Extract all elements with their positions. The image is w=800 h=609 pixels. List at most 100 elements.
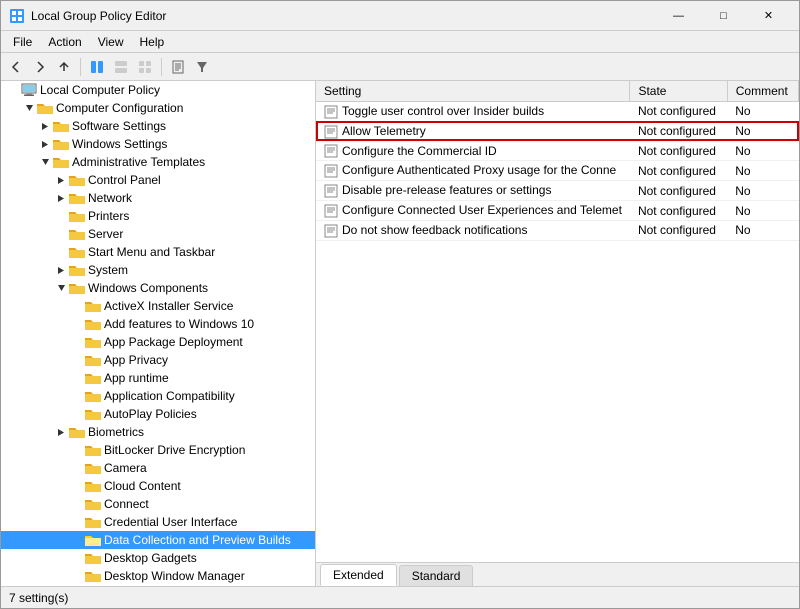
policy-table: Setting State Comment Toggle user contro… xyxy=(316,81,799,241)
folder-icon-biometrics xyxy=(69,424,85,440)
toolbar-back[interactable] xyxy=(5,56,27,78)
tree-item-bitlocker[interactable]: BitLocker Drive Encryption xyxy=(1,441,315,459)
toolbar-properties[interactable] xyxy=(167,56,189,78)
expand-icon-app-package xyxy=(69,334,85,350)
expand-icon-start-menu xyxy=(53,244,69,260)
tree-label-camera: Camera xyxy=(104,461,147,475)
tree-label-credential-ui: Credential User Interface xyxy=(104,515,237,529)
table-row[interactable]: Toggle user control over Insider buildsN… xyxy=(316,102,799,122)
folder-icon-network xyxy=(69,190,85,206)
minimize-button[interactable]: — xyxy=(656,1,701,31)
toolbar-up[interactable] xyxy=(53,56,75,78)
folder-icon-control-panel xyxy=(69,172,85,188)
folder-icon-admin-templates xyxy=(53,154,69,170)
menu-help[interactable]: Help xyxy=(132,33,173,51)
cell-state: Not configured xyxy=(630,220,727,240)
menu-file[interactable]: File xyxy=(5,33,40,51)
expand-icon-windows-settings xyxy=(37,136,53,152)
tree-item-local-computer-policy[interactable]: Local Computer Policy xyxy=(1,81,315,99)
expand-icon-add-features xyxy=(69,316,85,332)
menu-view[interactable]: View xyxy=(90,33,132,51)
expand-icon-app-runtime xyxy=(69,370,85,386)
col-setting[interactable]: Setting xyxy=(316,81,630,102)
cell-setting: Toggle user control over Insider builds xyxy=(316,102,630,122)
tree-item-biometrics[interactable]: Biometrics xyxy=(1,423,315,441)
tree-label-printers: Printers xyxy=(88,209,129,223)
toolbar-show-hide[interactable] xyxy=(86,56,108,78)
tree-label-windows-components: Windows Components xyxy=(88,281,208,295)
folder-icon-software-settings xyxy=(53,118,69,134)
tree-item-credential-ui[interactable]: Credential User Interface xyxy=(1,513,315,531)
col-state[interactable]: State xyxy=(630,81,727,102)
tree-label-cloud-content: Cloud Content xyxy=(104,479,181,493)
tree-item-autoplay[interactable]: AutoPlay Policies xyxy=(1,405,315,423)
cell-setting: Configure Connected User Experiences and… xyxy=(316,201,630,221)
tree-item-system[interactable]: System xyxy=(1,261,315,279)
folder-icon-server xyxy=(69,226,85,242)
tree-item-control-panel[interactable]: Control Panel xyxy=(1,171,315,189)
cell-setting: Do not show feedback notifications xyxy=(316,220,630,240)
tree-item-server[interactable]: Server xyxy=(1,225,315,243)
table-row[interactable]: Allow TelemetryNot configuredNo xyxy=(316,121,799,141)
folder-icon-system xyxy=(69,262,85,278)
table-row[interactable]: Configure Connected User Experiences and… xyxy=(316,201,799,221)
expand-icon-desktop-gadgets xyxy=(69,550,85,566)
expand-icon-biometrics xyxy=(53,424,69,440)
tree-item-connect[interactable]: Connect xyxy=(1,495,315,513)
expand-icon-system xyxy=(53,262,69,278)
close-button[interactable]: ✕ xyxy=(746,1,791,31)
tree-item-network[interactable]: Network xyxy=(1,189,315,207)
tree-label-biometrics: Biometrics xyxy=(88,425,144,439)
menu-action[interactable]: Action xyxy=(40,33,89,51)
tree-item-windows-components[interactable]: Windows Components xyxy=(1,279,315,297)
tree-item-app-privacy[interactable]: App Privacy xyxy=(1,351,315,369)
table-row[interactable]: Disable pre-release features or settings… xyxy=(316,181,799,201)
cell-comment: No xyxy=(727,141,798,161)
expand-icon-network xyxy=(53,190,69,206)
tree-label-server: Server xyxy=(88,227,123,241)
toolbar-view1[interactable] xyxy=(110,56,132,78)
tab-standard[interactable]: Standard xyxy=(399,565,474,586)
tree-item-printers[interactable]: Printers xyxy=(1,207,315,225)
tree-item-desktop-gadgets[interactable]: Desktop Gadgets xyxy=(1,549,315,567)
tree-item-start-menu[interactable]: Start Menu and Taskbar xyxy=(1,243,315,261)
folder-icon-windows-settings xyxy=(53,136,69,152)
tree-label-local-computer-policy: Local Computer Policy xyxy=(40,83,160,97)
tree-scroll[interactable]: Local Computer Policy Computer Configurat… xyxy=(1,81,315,586)
expand-icon-app-compat xyxy=(69,388,85,404)
tree-item-camera[interactable]: Camera xyxy=(1,459,315,477)
cell-setting: Disable pre-release features or settings xyxy=(316,181,630,201)
table-row[interactable]: Configure the Commercial IDNot configure… xyxy=(316,141,799,161)
expand-icon-computer-config xyxy=(21,100,37,116)
folder-icon-printers xyxy=(69,208,85,224)
col-comment[interactable]: Comment xyxy=(727,81,798,102)
toolbar-filter[interactable] xyxy=(191,56,213,78)
tree-item-admin-templates[interactable]: Administrative Templates xyxy=(1,153,315,171)
tree-label-windows-settings: Windows Settings xyxy=(72,137,167,151)
toolbar-view2[interactable] xyxy=(134,56,156,78)
folder-icon-bitlocker xyxy=(85,442,101,458)
table-row[interactable]: Configure Authenticated Proxy usage for … xyxy=(316,161,799,181)
tree-label-app-privacy: App Privacy xyxy=(104,353,168,367)
tree-item-computer-config[interactable]: Computer Configuration xyxy=(1,99,315,117)
tree-item-windows-settings[interactable]: Windows Settings xyxy=(1,135,315,153)
tree-item-app-runtime[interactable]: App runtime xyxy=(1,369,315,387)
tree-label-control-panel: Control Panel xyxy=(88,173,161,187)
tree-item-activex[interactable]: ActiveX Installer Service xyxy=(1,297,315,315)
tree-label-autoplay: AutoPlay Policies xyxy=(104,407,197,421)
folder-icon-data-collection xyxy=(85,532,101,548)
tree-item-cloud-content[interactable]: Cloud Content xyxy=(1,477,315,495)
tree-item-app-compat[interactable]: Application Compatibility xyxy=(1,387,315,405)
tab-extended[interactable]: Extended xyxy=(320,564,397,586)
tree-item-data-collection[interactable]: Data Collection and Preview Builds xyxy=(1,531,315,549)
tree-item-desktop-wm[interactable]: Desktop Window Manager xyxy=(1,567,315,585)
toolbar-forward[interactable] xyxy=(29,56,51,78)
maximize-button[interactable]: □ xyxy=(701,1,746,31)
tree-item-app-package[interactable]: App Package Deployment xyxy=(1,333,315,351)
tree-item-add-features[interactable]: Add features to Windows 10 xyxy=(1,315,315,333)
tree-item-software-settings[interactable]: Software Settings xyxy=(1,117,315,135)
expand-icon-activex xyxy=(69,298,85,314)
expand-icon-server xyxy=(53,226,69,242)
main-window: Local Group Policy Editor — □ ✕ File Act… xyxy=(0,0,800,609)
table-row[interactable]: Do not show feedback notificationsNot co… xyxy=(316,220,799,240)
